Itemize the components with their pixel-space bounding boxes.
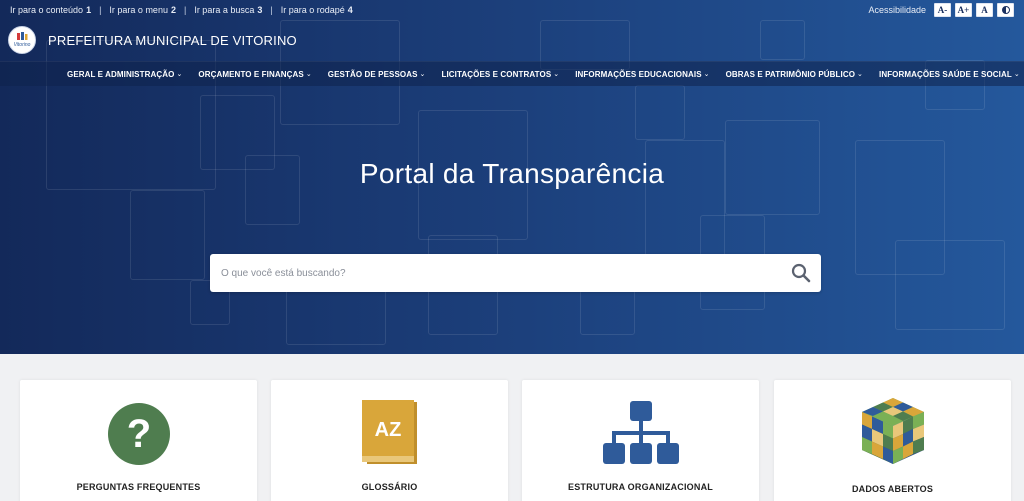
chevron-down-icon: ⌄ (703, 71, 710, 78)
chevron-down-icon: ⌄ (1013, 71, 1020, 78)
card-label: PERGUNTAS FREQUENTES (76, 482, 201, 492)
skip-to-footer-link[interactable]: Ir para o rodapé 4 (281, 5, 353, 15)
skip-link-label: Ir para o conteúdo (10, 5, 84, 15)
skip-to-content-link[interactable]: Ir para o conteúdo 1 (10, 5, 91, 15)
search-box (210, 254, 821, 292)
menu-item-label: LICITAÇÕES E CONTRATOS (441, 69, 552, 79)
chevron-down-icon: ⌄ (553, 71, 560, 78)
menu-item-informacoes-educacionais[interactable]: INFORMAÇÕES EDUCACIONAIS ⌄ (575, 70, 709, 79)
contrast-icon (1001, 6, 1010, 14)
increase-font-button[interactable]: A+ (955, 3, 972, 17)
menu-item-saude-social[interactable]: INFORMAÇÕES SAÚDE E SOCIAL ⌄ (879, 70, 1020, 79)
skip-link-label: Ir para o rodapé (280, 5, 345, 15)
skip-to-search-link[interactable]: Ir para a busca 3 (194, 5, 262, 15)
card-label: DADOS ABERTOS (851, 484, 934, 494)
separator: | (99, 5, 102, 15)
card-label: GLOSSÁRIO (361, 482, 418, 492)
accessibility-label: Acessibilidade (868, 5, 926, 15)
question-mark-glyph: ? (126, 412, 150, 456)
search-icon (791, 263, 811, 283)
accessibility-controls: Acessibilidade A- A+ A (868, 3, 1014, 17)
reset-font-button[interactable]: A (976, 3, 993, 17)
menu-item-label: ORÇAMENTO E FINANÇAS (198, 69, 304, 79)
card-icon-wrap: AZ (271, 398, 508, 466)
menu-item-label: OBRAS E PATRIMÔNIO PÚBLICO (725, 69, 856, 79)
card-glossario[interactable]: AZ GLOSSÁRIO (271, 380, 508, 501)
skip-link-label: Ir para a busca (194, 5, 255, 15)
menu-item-geral-administracao[interactable]: GERAL E ADMINISTRAÇÃO ⌄ (67, 70, 182, 79)
menu-item-gestao-pessoas[interactable]: GESTÃO DE PESSOAS ⌄ (328, 70, 426, 79)
page-title: Portal da Transparência (359, 158, 665, 189)
site-title: PREFEITURA MUNICIPAL DE VITORINO (48, 32, 297, 48)
card-perguntas-frequentes[interactable]: ? PERGUNTAS FREQUENTES (20, 380, 257, 501)
card-icon-wrap (774, 394, 1011, 468)
az-glyph: AZ (374, 419, 401, 441)
top-bar: Ir para o conteúdo 1 | Ir para o menu 2 | … (0, 0, 1024, 20)
city-logo: Vitorino (8, 26, 36, 54)
skip-link-label: Ir para o menu (109, 5, 168, 15)
glossary-book-icon: AZ (361, 400, 417, 464)
search-button[interactable] (781, 254, 821, 292)
menu-item-label: INFORMAÇÕES EDUCACIONAIS (575, 69, 702, 79)
menu-item-licitacoes-contratos[interactable]: LICITAÇÕES E CONTRATOS ⌄ (442, 70, 560, 79)
contrast-button[interactable] (997, 3, 1014, 17)
chevron-down-icon: ⌄ (419, 71, 426, 78)
menu-item-label: GERAL E ADMINISTRAÇÃO (67, 69, 175, 79)
menu-item-label: GESTÃO DE PESSOAS (327, 69, 418, 79)
chevron-down-icon: ⌄ (176, 71, 183, 78)
skip-links: Ir para o conteúdo 1 | Ir para o menu 2 | … (10, 5, 353, 15)
card-dados-abertos[interactable]: DADOS ABERTOS (774, 380, 1011, 501)
header-hero: Ir para o conteúdo 1 | Ir para o menu 2 | … (0, 0, 1024, 354)
search-input[interactable] (210, 254, 781, 292)
menu-item-orcamento-financas[interactable]: ORÇAMENTO E FINANÇAS ⌄ (198, 70, 311, 79)
city-logo-mark: Vitorino (14, 32, 31, 48)
separator: | (270, 5, 273, 15)
skip-link-key: 3 (257, 5, 263, 15)
org-chart-icon (602, 401, 679, 464)
skip-link-key: 2 (170, 5, 176, 15)
card-label: ESTRUTURA ORGANIZACIONAL (568, 482, 713, 492)
question-icon: ? (107, 403, 170, 465)
menu-item-label: INFORMAÇÕES SAÚDE E SOCIAL (879, 69, 1012, 79)
skip-link-key: 4 (347, 5, 353, 15)
logo-text: Vitorino (14, 42, 31, 48)
chevron-down-icon: ⌄ (305, 71, 312, 78)
separator: | (183, 5, 187, 15)
card-estrutura-organizacional[interactable]: ESTRUTURA ORGANIZACIONAL (522, 380, 759, 501)
card-icon-wrap: ? (20, 402, 257, 466)
card-icon-wrap (522, 400, 759, 466)
brand[interactable]: Vitorino PREFEITURA MUNICIPAL DE VITORIN… (8, 26, 297, 54)
menu-item-obras-patrimonio[interactable]: OBRAS E PATRIMÔNIO PÚBLICO ⌄ (726, 70, 863, 79)
skip-link-key: 1 (86, 5, 92, 15)
main-menu: GERAL E ADMINISTRAÇÃO ⌄ ORÇAMENTO E FINAN… (0, 61, 1024, 86)
open-data-cube-icon (861, 398, 924, 464)
chevron-down-icon: ⌄ (857, 71, 863, 78)
skip-to-menu-link[interactable]: Ir para o menu 2 (109, 5, 176, 15)
decrease-font-button[interactable]: A- (934, 3, 951, 17)
